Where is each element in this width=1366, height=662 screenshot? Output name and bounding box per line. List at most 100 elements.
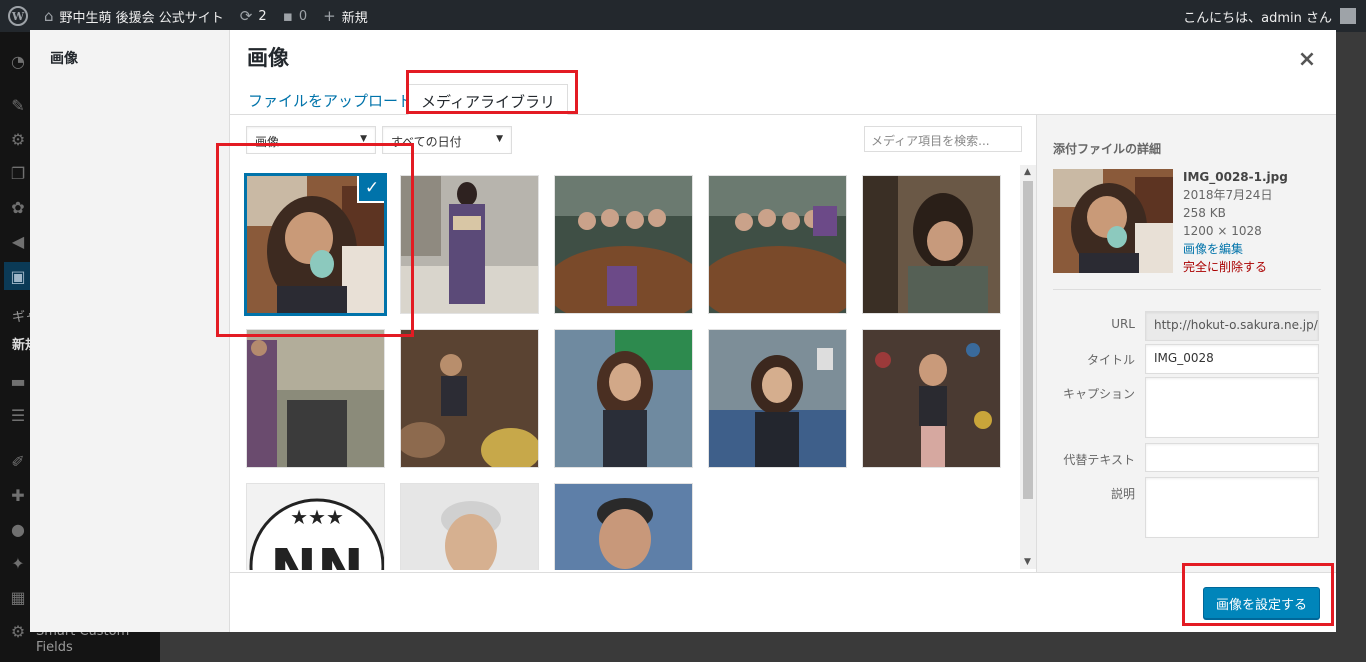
caption-label: キャプション — [1062, 387, 1135, 401]
settings-grid-icon[interactable]: ▦ — [8, 588, 28, 607]
avatar — [1340, 8, 1356, 24]
admin-bar: W ⌂ 野中生萌 後援会 公式サイト ⟳ 2 ▪ 0 + 新規 こんにちは、ad… — [0, 0, 1366, 32]
megaphone-icon[interactable]: ◀ — [8, 232, 28, 251]
title-field[interactable]: IMG_0028 — [1145, 344, 1319, 374]
attachment-thumbnail[interactable] — [400, 329, 539, 468]
refresh-icon: ⟳ — [239, 7, 253, 25]
photo-climbing-wall — [863, 330, 1000, 467]
user-icon[interactable]: ● — [8, 520, 28, 539]
media-toolbar: 画像 ▼ すべての日付 ▼ メディア項目を検索... — [230, 116, 1036, 154]
media-icon[interactable]: ⚙ — [8, 130, 28, 149]
new-content-link[interactable]: + 新規 — [315, 0, 376, 32]
pages-icon[interactable]: ❐ — [8, 164, 28, 183]
wrench-icon[interactable]: ✦ — [8, 554, 28, 573]
comments-count: 0 — [298, 8, 308, 24]
wordpress-logo-button[interactable]: W — [0, 0, 36, 32]
attachment-thumbnail[interactable] — [708, 329, 847, 468]
attachment-thumbnail[interactable] — [246, 329, 385, 468]
media-modal: 画像 画像 × ファイルをアップロード メディアライブラリ 画像 ▼ すべての日… — [30, 30, 1336, 632]
photo-woman-tea — [863, 176, 1000, 313]
attachment-thumbnail[interactable] — [554, 175, 693, 314]
media-date-selected: すべての日付 — [391, 135, 462, 149]
svg-text:NN: NN — [270, 538, 364, 570]
url-field[interactable]: http://hokut-o.sakura.ne.jp/w — [1145, 311, 1319, 341]
attachment-thumbnail[interactable]: ★★★ NN — [246, 483, 385, 570]
description-field[interactable] — [1145, 477, 1319, 538]
modal-menu-item-image[interactable]: 画像 — [50, 48, 78, 68]
title-label: タイトル — [1086, 353, 1135, 367]
modal-menu: 画像 — [30, 30, 230, 632]
photo-group-counter — [555, 176, 692, 313]
media-search-input[interactable]: メディア項目を検索... — [864, 126, 1022, 152]
delete-permanently-link[interactable]: 完全に削除する — [1183, 258, 1288, 276]
new-label: 新規 — [341, 10, 368, 26]
list-icon[interactable]: ☰ — [8, 406, 28, 425]
attachment-date: 2018年7月24日 — [1183, 188, 1273, 202]
attachments-grid: ✓ ★★★ NN — [240, 170, 1020, 570]
svg-text:★★★: ★★★ — [290, 505, 344, 529]
attachment-thumbnail[interactable] — [554, 483, 693, 570]
attachment-filename: IMG_0028-1.jpg — [1183, 170, 1288, 184]
scroll-up-icon[interactable]: ▲ — [1024, 167, 1031, 177]
photo-bouldering-1 — [401, 330, 538, 467]
comment-icon: ▪ — [282, 7, 293, 25]
attachment-details-heading: 添付ファイルの詳細 — [1053, 142, 1162, 156]
chevron-down-icon: ▼ — [360, 134, 367, 144]
attachment-details-sidebar: 添付ファイルの詳細 IMG_0028-1.jpg 2018年7月24日 258 … — [1036, 115, 1336, 572]
photo-elderly-man-1 — [401, 484, 538, 570]
attachment-dimensions: 1200 × 1028 — [1183, 224, 1262, 238]
edit-image-link[interactable]: 画像を編集 — [1183, 240, 1288, 258]
menu-plugin-label-2[interactable]: Fields — [36, 640, 73, 655]
my-account-link[interactable]: こんにちは、admin さん — [1183, 7, 1366, 26]
attachment-preview — [1053, 169, 1173, 273]
comment-menu-icon[interactable]: ▬ — [8, 372, 28, 391]
updates-link[interactable]: ⟳ 2 — [232, 0, 275, 32]
photo-kimono-woman — [401, 176, 538, 313]
image-icon[interactable]: ▣ — [4, 262, 32, 290]
photo-smiling-athlete — [555, 330, 692, 467]
photo-group-counter-2 — [709, 176, 846, 313]
attachment-thumbnail[interactable] — [862, 175, 1001, 314]
attachments-scrollbar[interactable]: ▲ ▼ — [1020, 165, 1036, 569]
photo-kimono-prayer — [247, 330, 384, 467]
set-image-button[interactable]: 画像を設定する — [1202, 587, 1320, 619]
site-name-link[interactable]: ⌂ 野中生萌 後援会 公式サイト — [36, 0, 232, 32]
attachment-filesize: 258 KB — [1183, 206, 1226, 220]
plugin-icon[interactable]: ✚ — [8, 486, 28, 505]
photo-laughing-athlete — [709, 330, 846, 467]
attachment-thumbnail[interactable] — [554, 329, 693, 468]
gear-icon[interactable]: ⚙ — [8, 622, 28, 641]
tab-upload-files[interactable]: ファイルをアップロード — [236, 84, 425, 115]
pin-icon[interactable]: ✎ — [8, 96, 28, 115]
close-icon[interactable]: × — [1292, 44, 1322, 74]
greeting-text: こんにちは、admin さん — [1183, 10, 1332, 26]
tab-media-library[interactable]: メディアライブラリ — [408, 84, 568, 115]
photo-elderly-man-2 — [555, 484, 692, 570]
checkmark-icon[interactable]: ✓ — [359, 176, 384, 201]
attachment-thumbnail[interactable]: ✓ — [244, 173, 387, 316]
attachment-thumbnail[interactable] — [400, 483, 539, 570]
wordpress-icon: W — [8, 6, 28, 26]
plus-icon: + — [323, 7, 336, 25]
media-date-filter[interactable]: すべての日付 ▼ — [382, 126, 512, 154]
chevron-down-icon: ▼ — [496, 134, 503, 144]
attachment-thumbnail[interactable] — [862, 329, 1001, 468]
attachment-thumbnail[interactable] — [708, 175, 847, 314]
alt-text-field[interactable] — [1145, 443, 1319, 472]
attachment-thumbnail[interactable] — [400, 175, 539, 314]
caption-field[interactable] — [1145, 377, 1319, 438]
users-group-icon[interactable]: ✿ — [8, 198, 28, 217]
dashboard-icon[interactable]: ◔ — [8, 52, 28, 71]
attachment-info: IMG_0028-1.jpg 2018年7月24日 258 KB 1200 × … — [1183, 168, 1288, 276]
url-label: URL — [1111, 317, 1135, 331]
scrollbar-thumb[interactable] — [1023, 181, 1033, 499]
logo-nn-emblem: ★★★ NN — [247, 484, 384, 570]
modal-footer: 画像を設定する — [230, 572, 1336, 632]
media-type-filter[interactable]: 画像 ▼ — [246, 126, 376, 154]
alt-text-label: 代替テキスト — [1063, 453, 1135, 467]
scroll-down-icon[interactable]: ▼ — [1024, 557, 1031, 567]
description-label: 説明 — [1110, 487, 1135, 501]
media-type-selected: 画像 — [255, 135, 280, 149]
comments-link[interactable]: ▪ 0 — [275, 0, 315, 32]
brush-icon[interactable]: ✐ — [8, 452, 28, 471]
